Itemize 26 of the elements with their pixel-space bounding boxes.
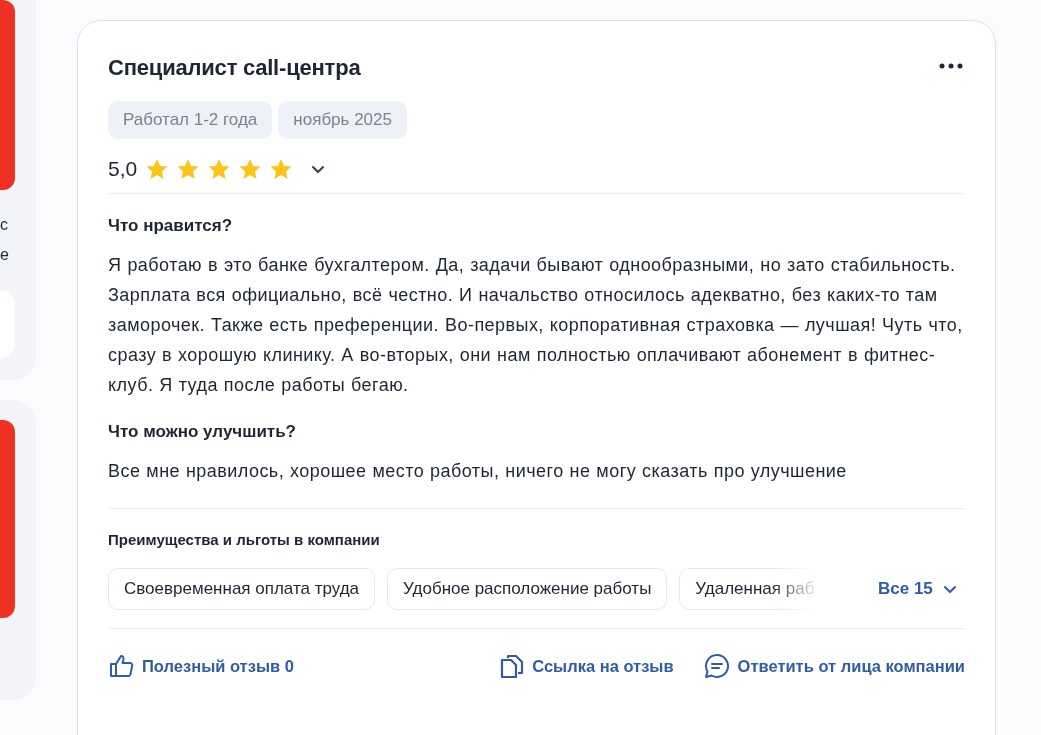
thumbs-up-icon bbox=[108, 653, 134, 679]
review-text: Все мне нравилось, хорошее место работы, ничего не могу сказать про улучшение bbox=[108, 460, 848, 483]
review-title: Специалист call-центра bbox=[108, 55, 361, 81]
card-text: с bbox=[0, 215, 9, 235]
chat-icon bbox=[703, 653, 730, 679]
star-icon bbox=[207, 157, 232, 181]
link-button[interactable]: Ссылка на отзыв bbox=[500, 653, 674, 679]
benefits-heading: Преимущества и льготы в компании bbox=[108, 531, 381, 548]
like-button[interactable]: Полезный отзыв 0 bbox=[108, 653, 294, 679]
chevron-down-icon bbox=[942, 584, 957, 594]
tag: ноябрь 2025 bbox=[278, 101, 407, 139]
copy-icon bbox=[500, 653, 525, 679]
star-icon bbox=[145, 157, 170, 181]
rating-value: 5,0 bbox=[108, 157, 138, 181]
reply-button[interactable]: Ответить от лица компании bbox=[703, 653, 965, 679]
star-icon bbox=[176, 157, 201, 181]
section-heading: Что нравится? bbox=[108, 216, 234, 236]
section-heading: Что можно улучшить? bbox=[108, 422, 297, 442]
benefit-chip: Своевременная оплата труда bbox=[108, 568, 376, 610]
star-icon bbox=[269, 157, 294, 181]
card-text: е bbox=[0, 245, 10, 265]
review-text: Я работаю в это банке бухгалтером. Да, задачи бывают однообразными, но зато стабильность. Зарплата вся официально, всё честно. И начальство относилось адекватно, без каких-то там заморочек. Также есть преференции. Во-первых, корпоративная страховка — лучшая! Чуть что, сразу в хорошую клинику. А во-вторых, они нам полностью оплачивают абонемент в фитнес-клуб. Я туда после работы бегаю. bbox=[108, 254, 964, 397]
tag: Работал 1-2 года bbox=[108, 101, 273, 139]
chevron-down-icon bbox=[311, 164, 326, 174]
benefit-chip: Удобное расположение работы bbox=[387, 568, 668, 610]
show-all-button[interactable]: Все 15 bbox=[878, 579, 957, 599]
